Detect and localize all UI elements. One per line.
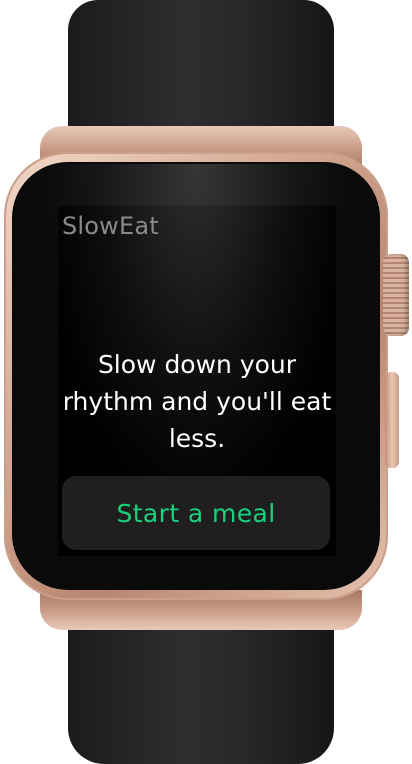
- intro-message: Slow down your rhythm and you'll eat les…: [62, 350, 332, 453]
- digital-crown[interactable]: [383, 254, 409, 336]
- app-title: SlowEat: [62, 212, 159, 240]
- start-meal-button[interactable]: Start a meal: [62, 476, 330, 550]
- side-button[interactable]: [385, 372, 399, 468]
- start-meal-button-label: Start a meal: [116, 498, 276, 528]
